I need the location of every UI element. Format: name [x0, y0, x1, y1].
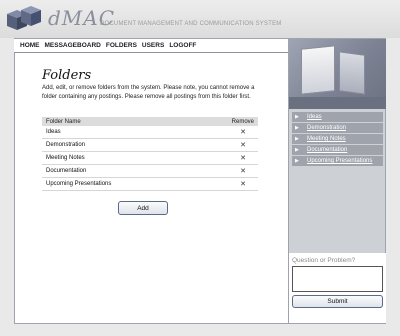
- table-row: Upcoming Presentations ✕: [42, 178, 258, 191]
- folder-name: Meeting Notes: [46, 155, 85, 161]
- arrow-right-icon: ▶: [295, 158, 299, 164]
- nav-messageboard[interactable]: MESSAGEBOARD: [45, 42, 101, 49]
- hero-monitor-secondary: [339, 51, 365, 95]
- column-folder-name: Folder Name: [46, 118, 81, 125]
- sidebar-link[interactable]: Ideas: [307, 114, 322, 120]
- brand-tagline: DOCUMENT MANAGEMENT AND COMMUNICATION SY…: [100, 21, 282, 27]
- logo-cubes-icon: [7, 6, 41, 30]
- main-content: Folders Add, edit, or remove folders fro…: [14, 54, 288, 324]
- sidebar-hero-image: [289, 39, 386, 109]
- hero-monitor: [301, 45, 335, 95]
- sidebar-item-meeting-notes[interactable]: ▶ Meeting Notes: [292, 134, 383, 144]
- folders-table: Folder Name Remove Ideas ✕ Demonstration…: [42, 117, 258, 191]
- folder-name: Demonstration: [46, 142, 86, 148]
- page-description: Add, edit, or remove folders from the sy…: [42, 85, 255, 100]
- arrow-right-icon: ▶: [295, 114, 299, 120]
- page-title: Folders: [42, 68, 92, 83]
- hero-desk: [289, 97, 386, 109]
- remove-icon[interactable]: ✕: [224, 154, 254, 162]
- question-label: Question or Problem?: [292, 257, 356, 264]
- folder-name: Ideas: [46, 129, 61, 135]
- remove-icon[interactable]: ✕: [224, 141, 254, 149]
- folder-name: Upcoming Presentations: [46, 181, 112, 187]
- sidebar-item-upcoming-presentations[interactable]: ▶ Upcoming Presentations: [292, 156, 383, 166]
- remove-icon[interactable]: ✕: [224, 128, 254, 136]
- sidebar: ▶ Ideas ▶ Demonstration ▶ Meeting Notes …: [288, 39, 386, 323]
- remove-icon[interactable]: ✕: [224, 167, 254, 175]
- add-folder-button[interactable]: Add: [118, 201, 168, 215]
- sidebar-item-documentation[interactable]: ▶ Documentation: [292, 145, 383, 155]
- arrow-right-icon: ▶: [295, 125, 299, 131]
- folder-name: Documentation: [46, 168, 87, 174]
- top-nav: HOME MESSAGEBOARD FOLDERS USERS LOGOFF: [14, 39, 288, 53]
- arrow-right-icon: ▶: [295, 147, 299, 153]
- question-panel: Question or Problem? Submit: [289, 253, 386, 323]
- submit-button[interactable]: Submit: [292, 295, 383, 308]
- sidebar-item-demonstration[interactable]: ▶ Demonstration: [292, 123, 383, 133]
- table-row: Documentation ✕: [42, 165, 258, 178]
- table-row: Meeting Notes ✕: [42, 152, 258, 165]
- sidebar-link[interactable]: Upcoming Presentations: [307, 158, 372, 164]
- sidebar-link[interactable]: Meeting Notes: [307, 136, 346, 142]
- table-row: Demonstration ✕: [42, 139, 258, 152]
- app-header: dMAC DOCUMENT MANAGEMENT AND COMMUNICATI…: [0, 0, 400, 38]
- sidebar-link[interactable]: Demonstration: [307, 125, 346, 131]
- sidebar-folder-links: ▶ Ideas ▶ Demonstration ▶ Meeting Notes …: [292, 112, 383, 167]
- sidebar-item-ideas[interactable]: ▶ Ideas: [292, 112, 383, 122]
- arrow-right-icon: ▶: [295, 136, 299, 142]
- nav-logoff[interactable]: LOGOFF: [169, 42, 196, 49]
- table-header: Folder Name Remove: [42, 117, 258, 126]
- remove-icon[interactable]: ✕: [224, 180, 254, 188]
- nav-users[interactable]: USERS: [142, 42, 164, 49]
- sidebar-link[interactable]: Documentation: [307, 147, 347, 153]
- nav-home[interactable]: HOME: [20, 42, 40, 49]
- table-row: Ideas ✕: [42, 126, 258, 139]
- question-textarea[interactable]: [292, 266, 383, 292]
- column-remove: Remove: [231, 118, 254, 125]
- nav-folders[interactable]: FOLDERS: [106, 42, 137, 49]
